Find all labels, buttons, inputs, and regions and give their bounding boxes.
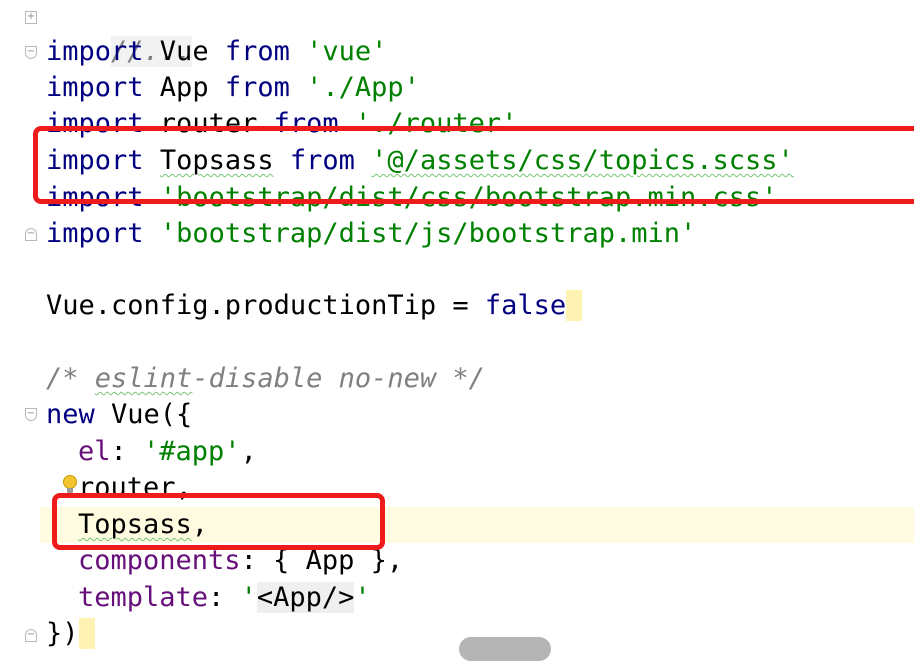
code-text: }): [46, 618, 79, 649]
annotation-highlight-box: [52, 493, 385, 550]
string-literal: './App': [306, 72, 420, 103]
lightbulb-icon[interactable]: [62, 475, 78, 495]
fold-expand-icon[interactable]: +: [25, 11, 37, 24]
caret-position-highlight: [566, 290, 583, 321]
identifier: App: [143, 72, 225, 103]
gutter: + − − − −: [0, 0, 40, 651]
string-literal: 'vue': [306, 36, 388, 67]
keyword: false: [484, 290, 567, 321]
html-tag: <App/>: [256, 582, 355, 613]
property: el: [78, 436, 111, 467]
string-literal: '#app': [143, 436, 241, 467]
comment: /*: [46, 363, 95, 394]
fold-collapse-icon[interactable]: −: [25, 46, 37, 59]
fold-collapse-icon[interactable]: −: [25, 408, 37, 421]
code-line[interactable]: }): [46, 616, 95, 652]
code-text: Vue.config.productionTip =: [46, 290, 485, 321]
property: template: [78, 582, 209, 613]
code-text: Vue({: [94, 399, 193, 430]
identifier: Vue: [143, 36, 225, 67]
watermark-pill: [459, 637, 551, 661]
keyword: import: [46, 72, 144, 103]
keyword: from: [224, 72, 290, 103]
code-line[interactable]: new Vue({: [46, 397, 192, 433]
keyword: from: [224, 36, 290, 67]
keyword: import: [46, 218, 144, 249]
code-line[interactable]: Vue.config.productionTip = false: [46, 288, 583, 324]
code-editor[interactable]: + − − − − //... import Vue from 'vue' im…: [0, 0, 914, 661]
code-line[interactable]: import Vue from 'vue': [46, 34, 387, 70]
code-line[interactable]: import App from './App': [46, 70, 420, 106]
fold-end-icon[interactable]: −: [25, 228, 37, 241]
code-line[interactable]: //...: [46, 0, 193, 67]
code-line[interactable]: /* eslint-disable no-new */: [46, 361, 485, 397]
keyword: new: [46, 399, 95, 430]
brace-match-highlight: [78, 618, 95, 649]
code-line[interactable]: el: '#app',: [78, 434, 257, 470]
code-line[interactable]: template: '<App/>': [78, 580, 371, 616]
string-literal: 'bootstrap/dist/js/bootstrap.min': [159, 218, 697, 249]
keyword: import: [46, 36, 144, 67]
code-line[interactable]: import 'bootstrap/dist/js/bootstrap.min': [46, 216, 696, 252]
fold-end-icon[interactable]: −: [25, 629, 37, 642]
comment: eslint: [94, 363, 193, 394]
annotation-highlight-box: [33, 126, 914, 204]
comment: -disable no-new */: [192, 363, 485, 394]
